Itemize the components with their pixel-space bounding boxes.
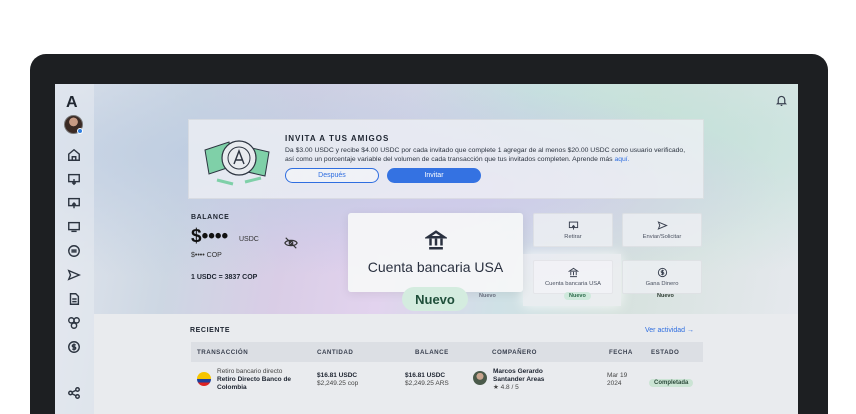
status-badge: Completada bbox=[649, 379, 694, 387]
balance-cell: $16.81 USDC $2,249.25 ARS bbox=[405, 372, 449, 388]
table-header: TRANSACCIÓN CANTIDAD BALANCE COMPAÑERO F… bbox=[191, 342, 703, 362]
balance-amount: $•••• bbox=[191, 226, 229, 247]
share-icon bbox=[68, 387, 80, 399]
invite-friends-banner: INVITA A TUS AMIGOS Da $3.00 USDC y reci… bbox=[188, 119, 704, 199]
app-screen: A INVITA A TUS AMIGOS Da $3.00 USDC y re… bbox=[55, 84, 798, 414]
table-row[interactable]: Retiro bancario directo Retiro Directo B… bbox=[191, 364, 703, 404]
home-icon bbox=[68, 148, 80, 161]
col-date: FECHA bbox=[609, 349, 633, 356]
invite-title: INVITA A TUS AMIGOS bbox=[285, 134, 390, 143]
col-amount: CANTIDAD bbox=[317, 349, 354, 356]
colombia-flag-icon bbox=[197, 372, 211, 386]
date-cell: Mar 19 2024 bbox=[607, 372, 628, 387]
amount-usdc: $16.81 USDC bbox=[317, 372, 358, 379]
new-badge-us-account: Nuevo bbox=[564, 292, 591, 300]
us-bank-account-label: Cuenta bancaria USA bbox=[544, 281, 602, 287]
invite-description: Da $3.00 USDC y recibe $4.00 USDC por ca… bbox=[285, 146, 695, 164]
send-icon bbox=[67, 269, 81, 281]
earn-money-label: Gana Dinero bbox=[645, 281, 679, 287]
balance-unit: USDC bbox=[239, 236, 259, 243]
us-bank-account-callout[interactable]: Cuenta bancaria USA bbox=[348, 213, 523, 292]
send-icon bbox=[657, 221, 668, 230]
card-out-icon bbox=[568, 221, 578, 230]
send-request-label: Enviar/Solicitar bbox=[642, 234, 682, 240]
partner-rating: ★ 4.8 / 5 bbox=[493, 384, 519, 391]
sidebar-item-share[interactable] bbox=[65, 384, 83, 402]
app-logo[interactable]: A bbox=[66, 94, 78, 112]
amount-cop: $2,249.25 cop bbox=[317, 380, 359, 387]
partner-name: Marcos Gerardo Santander Areas bbox=[493, 368, 545, 383]
coin-money-illustration bbox=[204, 140, 270, 186]
partner-cell: Marcos Gerardo Santander Areas ★ 4.8 / 5 bbox=[493, 368, 565, 392]
balance-ars: $2,249.25 ARS bbox=[405, 380, 449, 387]
callout-title: Cuenta bancaria USA bbox=[367, 259, 504, 275]
card-out-icon bbox=[68, 197, 80, 209]
new-badge-earn: Nuevo bbox=[657, 293, 674, 299]
col-balance: BALANCE bbox=[415, 349, 449, 356]
us-bank-account-tile[interactable]: Cuenta bancaria USA bbox=[533, 260, 613, 294]
sidebar: A bbox=[55, 84, 94, 414]
balance-usdc: $16.81 USDC bbox=[405, 372, 446, 379]
notifications-button[interactable] bbox=[775, 94, 788, 112]
sidebar-item-exchange[interactable] bbox=[65, 242, 83, 260]
col-status: ESTADO bbox=[651, 349, 680, 356]
eye-off-icon bbox=[284, 237, 298, 249]
callout-new-badge: Nuevo bbox=[402, 287, 468, 311]
toggle-balance-visibility[interactable] bbox=[284, 236, 298, 255]
network-icon bbox=[68, 317, 80, 329]
exchange-icon bbox=[68, 245, 80, 257]
balance-cop: $•••• COP bbox=[191, 252, 222, 259]
withdraw-tile[interactable]: Retirar bbox=[533, 213, 613, 247]
card-in-icon bbox=[68, 173, 80, 186]
sidebar-item-bank[interactable] bbox=[65, 218, 83, 236]
exchange-rate: 1 USDC = 3837 COP bbox=[191, 274, 258, 281]
transaction-name: Retiro Directo Banco de Colombia bbox=[217, 376, 292, 391]
transaction-type: Retiro bancario directo bbox=[217, 368, 283, 375]
balance-label: BALANCE bbox=[191, 214, 230, 221]
bell-icon bbox=[775, 95, 788, 106]
col-transaction: TRANSACCIÓN bbox=[197, 349, 249, 356]
bank-icon bbox=[567, 267, 579, 278]
view-activity-link[interactable]: Ver actividad → bbox=[645, 327, 694, 334]
sidebar-item-deposit[interactable] bbox=[65, 170, 83, 188]
sidebar-item-home[interactable] bbox=[65, 146, 83, 164]
withdraw-label: Retirar bbox=[564, 234, 582, 240]
sidebar-item-network[interactable] bbox=[65, 314, 83, 332]
recent-title: RECIENTE bbox=[190, 327, 231, 334]
new-badge-faint: Nuevo bbox=[479, 293, 496, 299]
col-partner: COMPAÑERO bbox=[492, 349, 537, 356]
sidebar-item-withdraw[interactable] bbox=[65, 194, 83, 212]
dollar-icon bbox=[68, 341, 80, 353]
avatar-status-dot bbox=[77, 128, 83, 134]
send-request-tile[interactable]: Enviar/Solicitar bbox=[622, 213, 702, 247]
bank-icon bbox=[425, 230, 447, 250]
dollar-icon bbox=[657, 267, 667, 278]
partner-avatar bbox=[473, 371, 487, 385]
amount-cell: $16.81 USDC $2,249.25 cop bbox=[317, 372, 358, 388]
bank-card-icon bbox=[68, 221, 80, 233]
learn-more-link[interactable]: aquí. bbox=[614, 156, 629, 163]
sidebar-item-earn[interactable] bbox=[65, 338, 83, 356]
later-button[interactable]: Después bbox=[285, 168, 379, 183]
document-icon bbox=[69, 293, 80, 305]
transaction-cell: Retiro bancario directo Retiro Directo B… bbox=[217, 368, 307, 392]
sidebar-item-send[interactable] bbox=[65, 266, 83, 284]
sidebar-item-documents[interactable] bbox=[65, 290, 83, 308]
invite-button[interactable]: Invitar bbox=[387, 168, 481, 183]
earn-money-tile[interactable]: Gana Dinero bbox=[622, 260, 702, 294]
